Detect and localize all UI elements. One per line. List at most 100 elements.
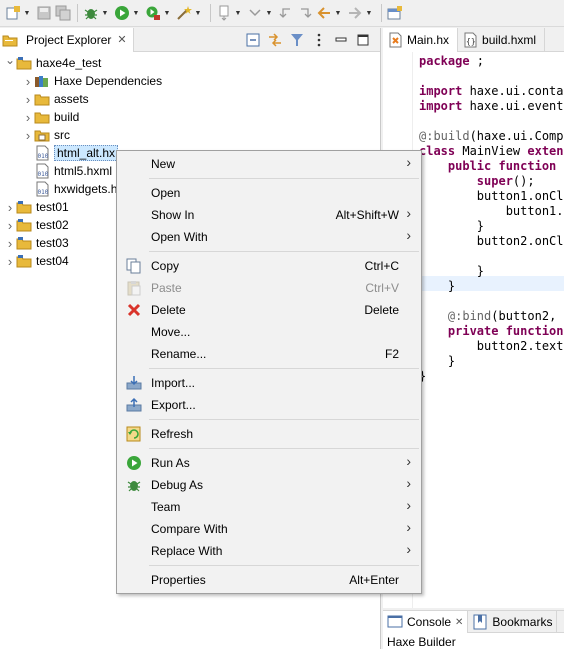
expand-toggle-icon[interactable]: › xyxy=(4,218,16,233)
tab-project-explorer[interactable]: Project Explorer ✕ xyxy=(0,27,134,52)
menu-item-debug-as[interactable]: Debug As › xyxy=(117,474,421,496)
menu-item-move[interactable]: Move... xyxy=(117,321,421,343)
collapse-all-icon[interactable] xyxy=(242,31,264,49)
menu-item-rename[interactable]: Rename... F2 xyxy=(117,343,421,365)
last-edit-icon[interactable] xyxy=(277,4,295,22)
menu-item-new[interactable]: New › xyxy=(117,153,421,175)
menu-item-team[interactable]: Team › xyxy=(117,496,421,518)
menu-item-properties[interactable]: Properties Alt+Enter xyxy=(117,569,421,591)
expand-toggle-icon[interactable]: › xyxy=(4,254,16,269)
open-perspective-icon[interactable] xyxy=(386,4,404,22)
expand-toggle-icon[interactable]: › xyxy=(4,200,16,215)
menu-item-label: Copy xyxy=(151,259,180,273)
filter-icon[interactable] xyxy=(286,31,308,49)
next-annotation-icon[interactable] xyxy=(246,4,264,22)
submenu-arrow-icon: › xyxy=(406,541,411,557)
svg-text:{}: {} xyxy=(466,37,476,46)
tree-item[interactable]: › assets xyxy=(0,90,380,108)
project-explorer-tabbar: Project Explorer ✕ xyxy=(0,27,380,52)
menu-item-label: Run As xyxy=(151,456,190,470)
menu-item-shortcut: Ctrl+V xyxy=(365,281,399,295)
code-line: private function xyxy=(419,324,564,339)
menu-item-label: Compare With xyxy=(151,522,228,536)
expand-toggle-icon[interactable]: › xyxy=(22,128,34,143)
back-icon[interactable] xyxy=(315,4,333,22)
menu-item-label: Export... xyxy=(151,398,196,412)
menu-item-show-in[interactable]: Show In Alt+Shift+W › xyxy=(117,204,421,226)
code-line: } xyxy=(419,369,564,384)
tree-item[interactable]: › Haxe Dependencies xyxy=(0,72,380,90)
menu-item-label: Import... xyxy=(151,376,196,390)
tab-build-hxml[interactable]: {} build.hxml xyxy=(458,28,546,52)
menu-item-replace-with[interactable]: Replace With › xyxy=(117,540,421,562)
tab-main-hx[interactable]: Main.hx xyxy=(383,28,459,52)
tree-item-label: test02 xyxy=(36,218,69,232)
code-text: } xyxy=(476,264,485,278)
forward-dropdown-icon[interactable]: ▼ xyxy=(365,4,373,22)
maximize-icon[interactable] xyxy=(352,31,374,49)
annotation-icon[interactable] xyxy=(215,4,233,22)
back-dropdown-icon[interactable]: ▼ xyxy=(334,4,342,22)
run-external-dropdown-icon[interactable]: ▼ xyxy=(163,4,171,22)
menu-item-delete[interactable]: Delete Delete xyxy=(117,299,421,321)
redo-edit-icon[interactable] xyxy=(296,4,314,22)
tree-item-label: hxwidgets.h xyxy=(54,182,118,196)
code-keyword: private function xyxy=(447,324,564,338)
submenu-arrow-icon: › xyxy=(406,227,411,243)
context-menu: New › Open Show In Alt+Shift+W › Open With › Cop… xyxy=(116,150,422,594)
save-all-icon[interactable] xyxy=(54,4,72,22)
tree-item-label: test01 xyxy=(36,200,69,214)
tree-item[interactable]: › src xyxy=(0,126,380,144)
expand-toggle-icon[interactable]: › xyxy=(22,92,34,107)
expand-toggle-icon[interactable]: ⌄ xyxy=(4,53,16,67)
debug-icon[interactable] xyxy=(82,4,100,22)
menu-item-copy[interactable]: Copy Ctrl+C xyxy=(117,255,421,277)
menu-item-refresh[interactable]: Refresh xyxy=(117,423,421,445)
tab-bookmarks[interactable]: Bookmarks xyxy=(468,611,558,633)
run-icon[interactable] xyxy=(113,4,131,22)
submenu-arrow-icon: › xyxy=(406,497,411,513)
expand-toggle-icon[interactable]: › xyxy=(22,110,34,125)
annotation-dropdown-icon[interactable]: ▼ xyxy=(234,4,242,22)
expand-toggle-icon[interactable]: › xyxy=(22,74,34,89)
code-text: } xyxy=(447,354,456,368)
menu-item-label: Open xyxy=(151,186,181,200)
menu-item-import[interactable]: Import... xyxy=(117,372,421,394)
menu-item-compare-with[interactable]: Compare With › xyxy=(117,518,421,540)
minimize-icon[interactable] xyxy=(330,31,352,49)
wand-icon[interactable] xyxy=(175,4,193,22)
code-text: button1.t xyxy=(505,204,564,218)
run-dropdown-icon[interactable]: ▼ xyxy=(132,4,140,22)
menu-separator xyxy=(117,445,421,452)
close-icon[interactable]: ✕ xyxy=(455,617,463,628)
tree-item[interactable]: › build xyxy=(0,108,380,126)
link-with-editor-icon[interactable] xyxy=(264,31,286,49)
toolbar-separator xyxy=(210,4,211,22)
refresh-icon xyxy=(117,426,151,442)
menu-item-label: Open With xyxy=(151,230,208,244)
next-annotation-dropdown-icon[interactable]: ▼ xyxy=(265,4,273,22)
forward-icon[interactable] xyxy=(346,4,364,22)
new-icon[interactable] xyxy=(4,4,22,22)
menu-item-open[interactable]: Open xyxy=(117,182,421,204)
toolbar-separator xyxy=(381,4,382,22)
menu-separator xyxy=(117,562,421,569)
expand-toggle-icon[interactable]: › xyxy=(4,236,16,251)
wand-dropdown-icon[interactable]: ▼ xyxy=(194,4,202,22)
menu-item-export[interactable]: Export... xyxy=(117,394,421,416)
save-icon[interactable] xyxy=(35,4,53,22)
menu-item-run-as[interactable]: Run As › xyxy=(117,452,421,474)
main-toolbar: ▼ ▼ ▼ ▼ ▼ ▼ ▼ ▼ ▼ xyxy=(0,0,564,27)
menu-item-open-with[interactable]: Open With › xyxy=(117,226,421,248)
view-toolbar xyxy=(242,31,380,49)
view-menu-icon[interactable] xyxy=(308,31,330,49)
close-icon[interactable]: ✕ xyxy=(117,33,126,46)
new-dropdown-icon[interactable]: ▼ xyxy=(23,4,31,22)
tree-item[interactable]: ⌄ haxe4e_test xyxy=(0,53,380,72)
menu-item-shortcut: Alt+Enter xyxy=(349,573,399,587)
code-line: package ; xyxy=(419,54,564,69)
debug-dropdown-icon[interactable]: ▼ xyxy=(101,4,109,22)
tab-console[interactable]: Console ✕ xyxy=(383,611,469,633)
run-external-icon[interactable] xyxy=(144,4,162,22)
menu-item-label: Rename... xyxy=(151,347,207,361)
